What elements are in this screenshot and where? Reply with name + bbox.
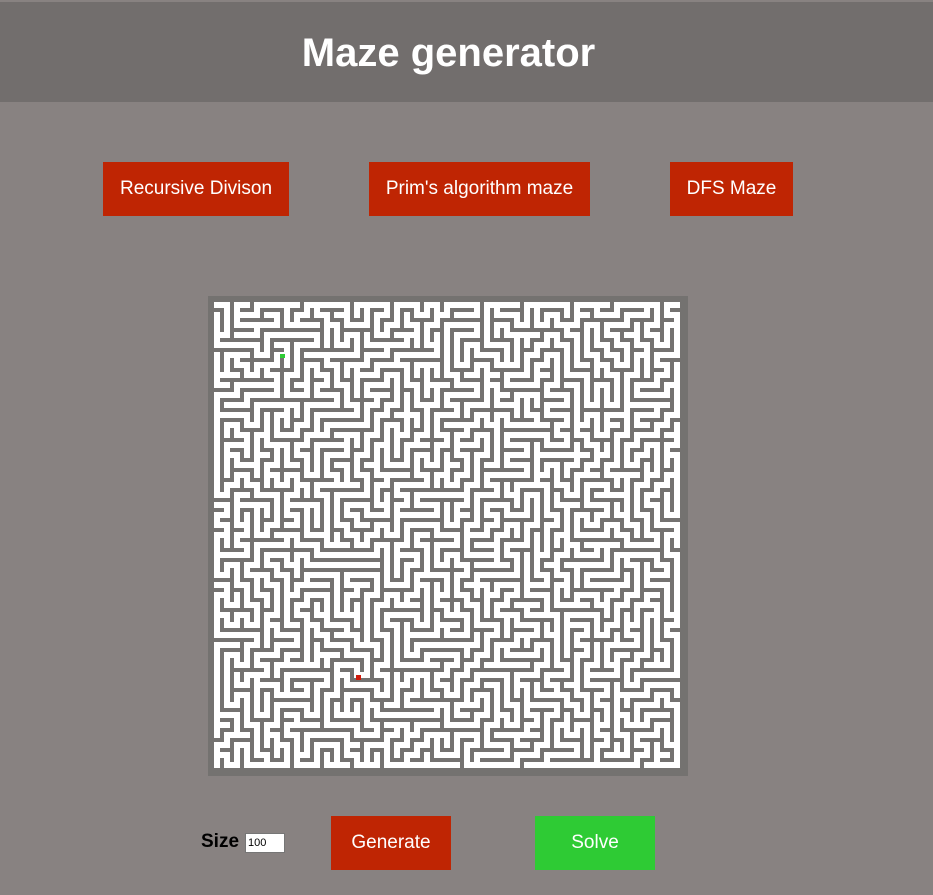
maze-grid: [214, 302, 680, 768]
maze-paths: [214, 302, 680, 768]
generate-button[interactable]: Generate: [331, 816, 451, 870]
page-title: Maze generator: [301, 31, 596, 75]
maze-canvas: [208, 296, 688, 776]
dfs-maze-button[interactable]: DFS Maze: [670, 162, 793, 216]
prim-algorithm-button[interactable]: Prim's algorithm maze: [369, 162, 590, 216]
size-label: Size: [201, 831, 240, 852]
header-bar: Maze generator: [0, 2, 933, 102]
maze-end-marker: [356, 675, 361, 680]
maze-start-marker: [280, 354, 285, 358]
recursive-division-button[interactable]: Recursive Divison: [103, 162, 289, 216]
size-input[interactable]: [245, 833, 285, 853]
solve-button[interactable]: Solve: [535, 816, 655, 870]
